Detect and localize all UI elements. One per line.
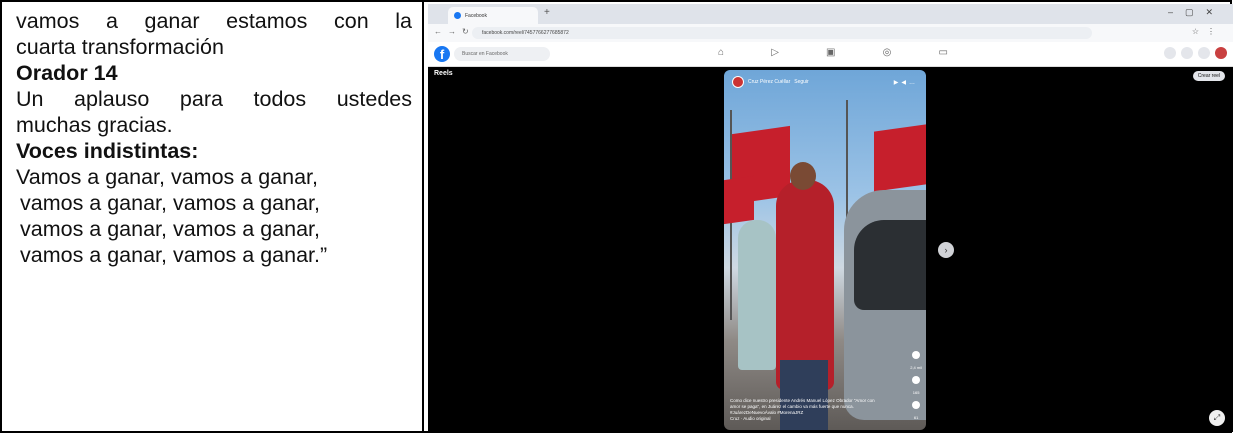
marketplace-icon[interactable]: ▣ [826,47,835,58]
reels-section-label: Reels [434,70,453,77]
share-count: 61 [913,415,919,420]
reel-audio[interactable]: Cruz · Audio original [730,416,880,422]
facebook-search-input[interactable]: Buscar en Facebook [454,47,550,61]
browser-tab[interactable]: Facebook [448,7,538,24]
expand-icon[interactable]: ⤢ [1209,410,1225,426]
browser-toolbar-icons[interactable]: ☆⋮ [1192,27,1223,36]
red-flag [724,175,754,225]
url-field[interactable]: facebook.com/reel/7457766277685872 [472,27,1092,39]
create-reel-button[interactable]: Crear reel [1192,71,1225,81]
reel-author[interactable]: Cruz Pérez Cuéllar [748,79,790,85]
comment-icon[interactable] [912,376,921,384]
reel-caption-text: Como dice nuestro presidente Andrés Manu… [730,398,875,409]
facebook-reel-screenshot: Facebook + –▢✕ ←→↻ facebook.com/reel/745… [428,4,1233,432]
window-controls-icon[interactable]: –▢✕ [1168,7,1225,18]
facebook-favicon-icon [454,12,461,19]
tab-title: Facebook [465,12,487,19]
play-volume-icon[interactable]: ▶◀… [894,79,918,86]
new-tab-icon[interactable]: + [544,7,550,18]
transcript-line: muchas gracias. [16,113,173,137]
speaker-heading: Voces indistintas: [16,139,199,163]
comment-count: 165 [912,390,920,395]
person-red-shirt [776,180,834,390]
transcript-line: cuarta transformación [16,35,224,59]
groups-icon[interactable]: ◎ [883,47,892,58]
facebook-logo-icon[interactable]: f [434,46,450,62]
browser-tabbar: Facebook + –▢✕ [428,4,1233,24]
speaker-heading: Orador 14 [16,61,118,85]
reel-follow-link[interactable]: Seguir [794,79,808,85]
notifications-icon[interactable] [1198,47,1210,59]
transcript-line: vamos a ganar, vamos a ganar.” [20,243,328,267]
car-window [854,220,926,310]
facebook-main-nav: ⌂ ▷ ▣ ◎ ▭ [718,47,948,58]
facebook-header: f Buscar en Facebook ⌂ ▷ ▣ ◎ ▭ [428,42,1233,67]
next-reel-icon[interactable]: › [938,242,954,258]
screenshot-cell: Facebook + –▢✕ ←→↻ facebook.com/reel/745… [424,2,1233,432]
red-flag [874,124,926,192]
person-background [738,220,776,370]
share-icon[interactable] [912,401,921,409]
avatar[interactable] [1215,47,1227,59]
like-count: 2,4 mil [910,365,922,370]
transcript-line: vamos a ganar, vamos a ganar, [20,191,320,215]
transcript-cell: vamos a ganar estamos con la cuarta tran… [2,2,424,431]
document-table: vamos a ganar estamos con la cuarta tran… [0,0,1233,433]
nav-arrows-icon[interactable]: ←→↻ [434,27,475,36]
home-icon[interactable]: ⌂ [718,47,724,58]
reel-video[interactable]: Cruz Pérez Cuéllar Seguir ▶◀… Como dice … [724,70,926,430]
reel-actions: 2,4 mil 165 61 [910,351,922,420]
address-bar: ←→↻ facebook.com/reel/7457766277685872 ☆… [428,24,1233,43]
pole [846,100,848,220]
reel-author-avatar[interactable] [732,76,744,88]
reel-header: Cruz Pérez Cuéllar Seguir ▶◀… [732,76,918,88]
reel-caption: Como dice nuestro presidente Andrés Manu… [730,398,880,422]
transcript-line: Un aplauso para todos ustedes [16,87,412,111]
transcript-line: vamos a ganar, vamos a ganar, [20,217,320,241]
transcript-line: Vamos a ganar, vamos a ganar, [16,165,318,189]
video-icon[interactable]: ▷ [771,47,779,58]
facebook-account-icons [1164,47,1227,59]
transcript-line: vamos a ganar estamos con la [16,9,412,33]
like-icon[interactable] [912,351,921,359]
person-head [790,162,816,190]
messenger-icon[interactable] [1181,47,1193,59]
gaming-icon[interactable]: ▭ [939,47,948,58]
menu-icon[interactable] [1164,47,1176,59]
